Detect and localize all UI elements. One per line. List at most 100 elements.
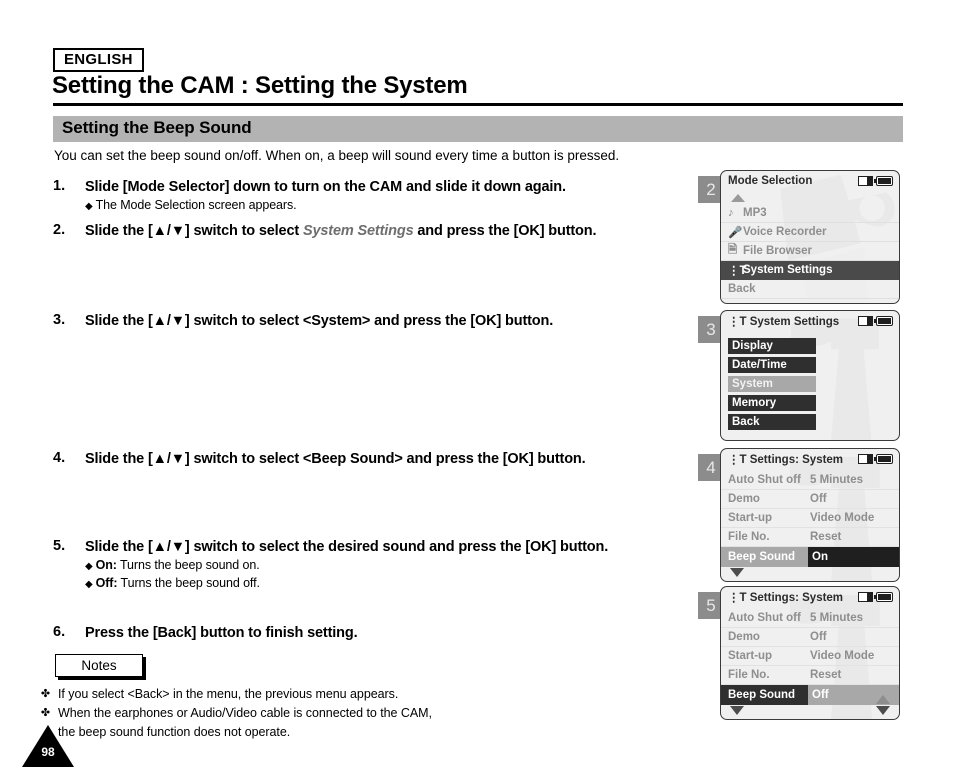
step-6: 6. Press the [Back] button to finish set… [53, 624, 703, 643]
setting-key: Start-up [728, 650, 773, 662]
lcd-titlebar: Mode Selection [721, 171, 899, 191]
step-number: 3. [53, 312, 66, 328]
menu-item-mp3[interactable]: ♪ MP3 [721, 204, 899, 223]
step-sub-label: On: [95, 558, 117, 572]
menu-item-back[interactable]: Back [721, 280, 899, 299]
setting-key: Start-up [728, 512, 773, 524]
step-text: Slide [Mode Selector] down to turn on th… [85, 179, 566, 195]
step-2: 2. Slide the [▲/▼] switch to select Syst… [53, 222, 703, 241]
language-badge: ENGLISH [53, 48, 144, 72]
settings-item-system[interactable]: System [728, 376, 816, 392]
battery-icon [873, 176, 893, 186]
lcd-titlebar: ⋮T System Settings [721, 311, 899, 331]
settings-item-display[interactable]: Display [728, 338, 816, 354]
step-4: 4. Slide the [▲/▼] switch to select <Bee… [53, 450, 703, 469]
battery-icon [873, 454, 893, 464]
settings-table: Auto Shut off 5 Minutes Demo Off Start-u… [721, 607, 899, 705]
lcd-content: Mode Selection ♪ MP3 🎤 Voice Recorder 🗎 [721, 171, 899, 303]
setting-value: On [808, 547, 899, 567]
step-text-before: Slide the [▲/▼] switch to select [85, 223, 303, 239]
lcd-title: ⋮T Settings: System [728, 590, 843, 604]
step-number: 5. [53, 538, 66, 554]
step-text: Slide the [▲/▼] switch to select <Beep S… [85, 451, 586, 467]
notes-label-box: Notes [55, 654, 143, 677]
section-title: Setting the Beep Sound [62, 118, 252, 137]
menu-item-label: Back [728, 283, 756, 295]
lcd-title-text: Settings: System [749, 454, 844, 466]
step-sub-text: Turns the beep sound off. [117, 576, 260, 590]
chevron-down-icon[interactable] [730, 706, 744, 715]
chevron-down-icon[interactable] [730, 568, 744, 577]
table-row[interactable]: Demo Off [721, 490, 899, 509]
mode-menu-list: ♪ MP3 🎤 Voice Recorder 🗎 File Browser ⋮T… [721, 204, 899, 303]
scroll-up-indicator[interactable] [721, 191, 899, 204]
step-text: Press the [Back] button to finish settin… [85, 625, 358, 641]
note-marker-icon: ✤ [40, 707, 51, 719]
settings-item-memory[interactable]: Memory [728, 395, 816, 411]
step-text: Slide the [▲/▼] switch to select the des… [85, 539, 609, 555]
setting-value: Reset [810, 531, 842, 543]
setting-key: Demo [728, 631, 760, 643]
note-text-continued: the beep sound function does not operate… [58, 725, 291, 739]
table-row[interactable]: Auto Shut off 5 Minutes [721, 471, 899, 490]
menu-item-label: System Settings [743, 264, 833, 276]
table-row[interactable]: Auto Shut off 5 Minutes [721, 609, 899, 628]
lcd-content: ⋮T System Settings Display Date/Time Sys… [721, 311, 899, 440]
step-1: 1. Slide [Mode Selector] down to turn on… [53, 178, 703, 215]
menu-item-voice-recorder[interactable]: 🎤 Voice Recorder [721, 223, 899, 242]
lcd-screen: ⋮T Settings: System Auto Shut off 5 Minu… [720, 448, 900, 582]
step-sub-text: Turns the beep sound on. [116, 558, 260, 572]
table-row[interactable]: File No. Reset [721, 528, 899, 547]
battery-icon [873, 316, 893, 326]
page-number-badge: 98 [22, 725, 74, 767]
battery-icon [873, 592, 893, 602]
step-text: Slide the [▲/▼] switch to select <System… [85, 313, 554, 329]
lcd-status-icons [858, 454, 893, 464]
lcd-footer [721, 705, 899, 719]
notes-list: ✤ If you select <Back> in the menu, the … [33, 685, 633, 742]
chevron-up-icon[interactable] [876, 695, 890, 704]
diamond-icon: ◆ [85, 561, 93, 572]
table-row-selected[interactable]: Beep Sound Off [721, 685, 899, 705]
lcd-screen: ⋮T Settings: System Auto Shut off 5 Minu… [720, 586, 900, 720]
music-note-icon: ♪ [728, 207, 734, 219]
table-row[interactable]: Start-up Video Mode [721, 509, 899, 528]
step-sub-item: ◆ Off: Turns the beep sound off. [85, 575, 613, 593]
table-row[interactable]: Start-up Video Mode [721, 647, 899, 666]
menu-item-file-browser[interactable]: 🗎 File Browser [721, 242, 899, 261]
setting-key: Beep Sound [721, 547, 808, 567]
lcd-title: ⋮T Settings: System [728, 452, 843, 466]
lcd-titlebar: ⋮T Settings: System [721, 587, 899, 607]
memory-card-icon [858, 454, 873, 464]
setting-key: File No. [728, 531, 770, 543]
page-number-text: 98 [41, 745, 55, 759]
page-title: Setting the CAM : Setting the System [52, 72, 468, 99]
table-row[interactable]: Demo Off [721, 628, 899, 647]
menu-item-label: MP3 [743, 207, 767, 219]
settings-item-date-time[interactable]: Date/Time [728, 357, 816, 373]
table-row[interactable]: File No. Reset [721, 666, 899, 704]
lcd-content: ⋮T Settings: System Auto Shut off 5 Minu… [721, 587, 899, 719]
setting-key: Demo [728, 493, 760, 505]
settings-table: Auto Shut off 5 Minutes Demo Off Start-u… [721, 469, 899, 567]
step-number: 4. [53, 450, 66, 466]
menu-item-system-settings[interactable]: ⋮T System Settings [721, 261, 899, 280]
table-row-selected[interactable]: Beep Sound On [721, 547, 899, 567]
memory-card-icon [858, 316, 873, 326]
note-text: When the earphones or Audio/Video cable … [58, 706, 432, 720]
microphone-icon: 🎤 [728, 227, 743, 239]
menu-item-label: Voice Recorder [743, 226, 827, 238]
lcd-title: Mode Selection [728, 175, 813, 187]
chevron-down-icon-right[interactable] [876, 706, 890, 715]
settings-tools-icon: ⋮T [728, 454, 747, 466]
settings-item-back[interactable]: Back [728, 414, 816, 430]
setting-value: Reset [810, 669, 842, 681]
step-text: Slide the [▲/▼] switch to select System … [85, 222, 597, 241]
note-text: If you select <Back> in the menu, the pr… [58, 687, 399, 701]
lcd-titlebar: ⋮T Settings: System [721, 449, 899, 469]
lcd-title-text: Settings: System [749, 592, 844, 604]
lcd-status-icons [858, 316, 893, 326]
settings-tools-icon: ⋮T [728, 316, 747, 328]
note-marker-icon: ✤ [40, 688, 51, 700]
note-item: ✤ If you select <Back> in the menu, the … [33, 685, 633, 704]
